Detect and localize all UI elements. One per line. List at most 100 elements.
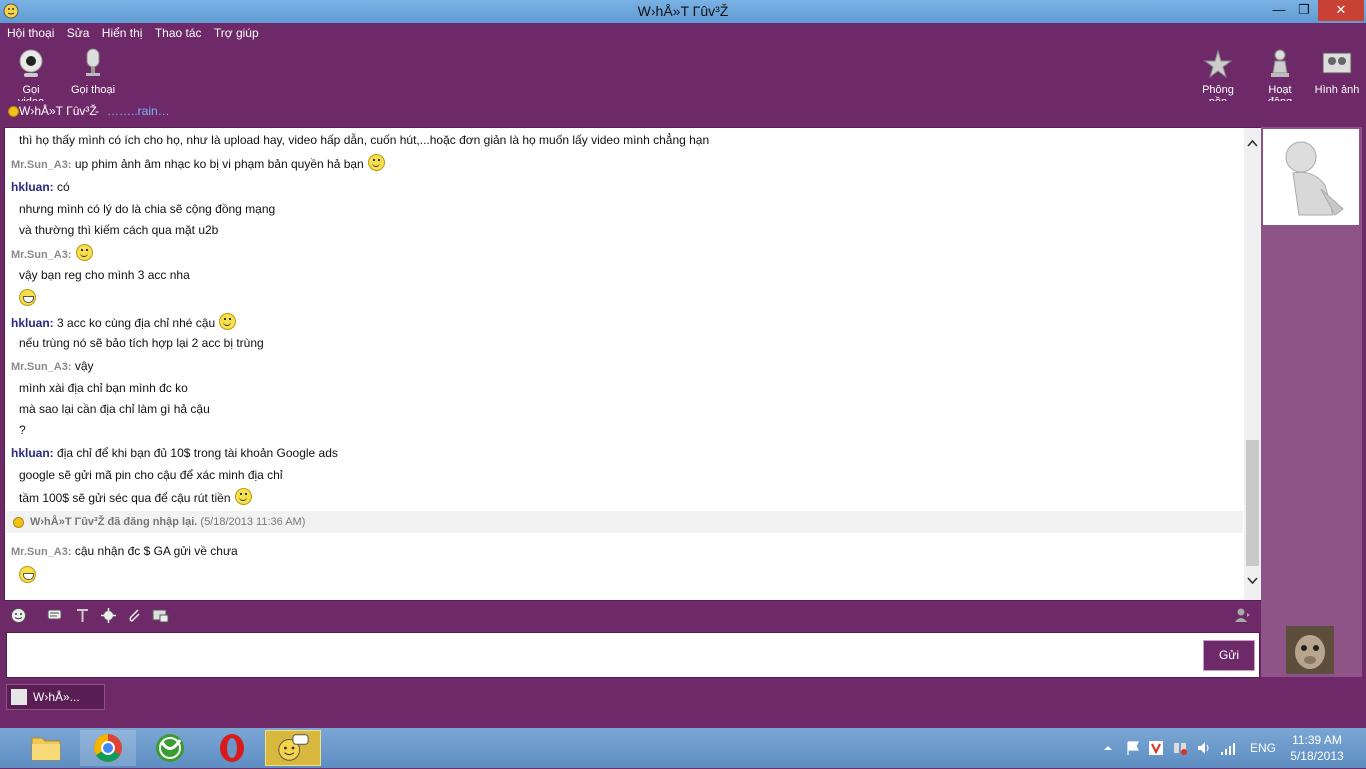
message-text: có (57, 180, 70, 194)
grin-emoticon-icon (19, 289, 36, 306)
chrome-icon (94, 734, 122, 762)
action-center-flag-icon[interactable] (1125, 740, 1141, 756)
taskbar-opera[interactable] (204, 730, 260, 766)
signal-icon[interactable] (1220, 740, 1238, 756)
contact-name[interactable]: W›hÅ»T Γûv³Ž (19, 104, 97, 118)
message-text: địa chỉ để khi bạn đủ 10$ trong tài khoả… (57, 446, 338, 460)
window-title: W›hÅ»T Γûv³Ž (637, 3, 729, 19)
toolbar: Gọi video Gọi thoại Phông nền Hoạt động … (0, 43, 1366, 108)
message-text: nếu trùng nó sẽ bảo tích hợp lại 2 acc b… (19, 336, 264, 350)
close-button[interactable]: ✕ (1318, 0, 1364, 21)
photos-button[interactable]: Hình ảnh (1314, 47, 1360, 96)
chat-message: Mr.Sun_A3: (11, 244, 93, 261)
chat-history[interactable]: thì họ thấy mình có ích cho họ, như là u… (4, 127, 1262, 601)
message-text: up phim ảnh âm nhạc ko bị vi phạm bản qu… (74, 157, 364, 171)
scrollbar-thumb[interactable] (1246, 440, 1259, 566)
message-sender: Mr.Sun_A3: (11, 546, 72, 558)
message-text: cậu nhận đc $ GA gửi về chưa (74, 544, 238, 558)
tab-avatar-icon (11, 689, 27, 705)
message-text: vậy (74, 359, 94, 373)
grin-emoticon-icon (19, 566, 36, 583)
taskbar-coccoc[interactable] (142, 730, 198, 766)
message-text: 3 acc ko cùng địa chỉ nhé cậu (57, 316, 216, 330)
smile-emoticon-icon (367, 154, 385, 171)
emoticon-picker-icon[interactable] (10, 607, 27, 624)
contact-avatar[interactable] (1263, 129, 1359, 225)
voice-call-label: Gọi thoại (70, 84, 116, 96)
thinker-avatar-icon (1285, 141, 1344, 216)
system-clock[interactable]: 11:39 AM 5/18/2013 (1282, 732, 1352, 764)
chat-message: mà sao lại cần địa chỉ làm gì hả cậu (19, 402, 210, 416)
background-icon (1203, 49, 1233, 79)
scroll-down-icon[interactable] (1247, 575, 1258, 586)
chat-message: Mr.Sun_A3: up phim ảnh âm nhạc ko bị vi … (11, 154, 385, 171)
menu-help[interactable]: Trợ giúp (207, 23, 259, 40)
message-sender: hkluan: (11, 446, 54, 460)
antivirus-icon[interactable] (1148, 740, 1164, 756)
message-text: vậy bạn reg cho mình 3 acc nha (19, 268, 190, 282)
login-notice: W›hÅ»T Γûv³Ž đã đăng nhập lại. (5/18/201… (5, 511, 1243, 533)
chat-scrollbar[interactable] (1244, 128, 1261, 600)
opera-icon (220, 734, 244, 762)
tray-expand-icon[interactable] (1102, 740, 1114, 756)
conversation-tabs: W›hÅ»... (0, 680, 1366, 728)
message-text: ? (19, 423, 26, 437)
conversation-tab[interactable]: W›hÅ»... (6, 684, 105, 710)
my-avatar[interactable] (1286, 626, 1334, 674)
restore-button[interactable]: ❐ (1290, 0, 1318, 21)
webcam-icon (19, 49, 43, 77)
chat-message (19, 289, 36, 306)
send-button[interactable]: Gửi (1203, 640, 1255, 671)
nudge-icon[interactable] (46, 607, 63, 624)
message-text: và thường thì kiếm cách qua mặt u2b (19, 223, 219, 237)
clock-date: 5/18/2013 (1290, 749, 1344, 763)
contact-info-icon[interactable] (1234, 607, 1251, 624)
menu-conversation[interactable]: Hội thoại (0, 23, 54, 40)
message-text: tầm 100$ sẽ gửi séc qua để cậu rút tiền (19, 491, 231, 505)
attach-icon[interactable] (126, 607, 143, 624)
chat-message: và thường thì kiếm cách qua mặt u2b (19, 223, 218, 237)
text-format-icon[interactable] (74, 607, 91, 624)
windows-taskbar: ENG 11:39 AM 5/18/2013 (0, 728, 1366, 768)
voice-call-button[interactable]: Gọi thoại (70, 47, 116, 96)
photos-icon (1322, 52, 1352, 74)
yahoo-messenger-icon (278, 734, 309, 761)
title-bar: W›hÅ»T Γûv³Ž — ❐ ✕ (0, 0, 1366, 23)
chat-message: hkluan: 3 acc ko cùng địa chỉ nhé cậu (11, 313, 237, 330)
chat-message: hkluan: địa chỉ để khi bạn đủ 10$ trong … (11, 446, 338, 460)
taskbar-explorer[interactable] (18, 730, 74, 766)
chat-message: tầm 100$ sẽ gửi séc qua để cậu rút tiền (19, 488, 252, 505)
share-screen-icon[interactable] (152, 607, 169, 624)
side-panel (1261, 127, 1362, 677)
video-call-button[interactable]: Gọi video (8, 47, 54, 108)
clock-time: 11:39 AM (1292, 733, 1342, 747)
taskbar-chrome[interactable] (80, 730, 136, 766)
minimize-button[interactable]: — (1265, 0, 1293, 21)
audible-icon[interactable] (100, 607, 117, 624)
menu-view[interactable]: Hiển thị (95, 23, 143, 40)
message-input[interactable] (6, 632, 1260, 678)
chat-message: vậy bạn reg cho mình 3 acc nha (19, 268, 190, 282)
chat-log: thì họ thấy mình có ích cho họ, như là u… (5, 128, 1243, 600)
monkey-avatar-icon (1286, 626, 1334, 674)
online-status-icon (8, 106, 19, 117)
activities-button[interactable]: Hoạt động (1255, 47, 1305, 108)
format-toolbar (4, 602, 1260, 629)
input-language[interactable]: ENG (1250, 741, 1276, 755)
conversation-tab-label: W›hÅ»... (33, 690, 80, 704)
menu-edit[interactable]: Sửa (60, 23, 90, 40)
scroll-up-icon[interactable] (1247, 138, 1258, 149)
chat-message: Mr.Sun_A3: vậy (11, 359, 94, 373)
message-sender: Mr.Sun_A3: (11, 159, 72, 171)
chat-message: ? (19, 423, 26, 437)
network-icon[interactable] (1172, 740, 1188, 756)
message-sender: Mr.Sun_A3: (11, 361, 72, 373)
chat-message: mình xài địa chỉ bạn mình đc ko (19, 381, 188, 395)
volume-icon[interactable] (1196, 740, 1212, 756)
notice-timestamp: (5/18/2013 11:36 AM) (200, 516, 306, 528)
background-button[interactable]: Phông nền (1193, 47, 1243, 108)
smile-emoticon-icon (219, 313, 237, 330)
taskbar-yahoo-messenger[interactable] (265, 730, 321, 766)
menu-actions[interactable]: Thao tác (148, 23, 202, 40)
chat-message: thì họ thấy mình có ích cho họ, như là u… (19, 133, 709, 147)
